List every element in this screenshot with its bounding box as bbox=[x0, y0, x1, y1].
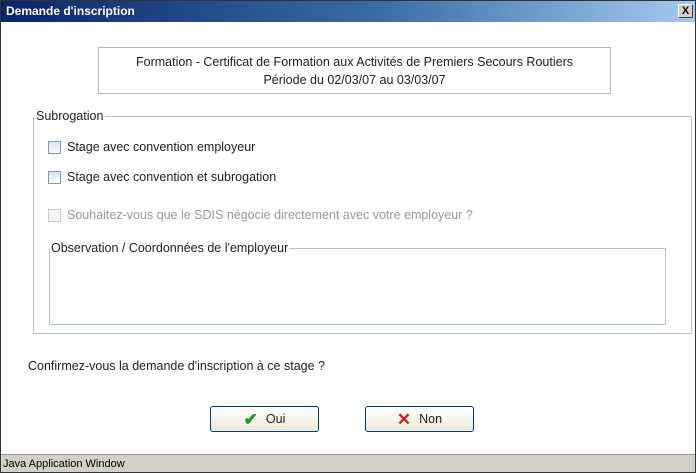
close-button[interactable]: X bbox=[678, 4, 693, 18]
confirm-question: Confirmez-vous la demande d'inscription … bbox=[28, 359, 325, 373]
option-sdis-negociation: Souhaitez-vous que le SDIS négocie direc… bbox=[48, 206, 473, 224]
option-label: Stage avec convention employeur bbox=[67, 140, 256, 154]
no-button[interactable]: ✕ Non bbox=[365, 406, 474, 432]
checkbox-sdis-negociation bbox=[48, 208, 61, 222]
check-icon: ✔ bbox=[243, 409, 258, 429]
window-title: Demande d'inscription bbox=[6, 4, 135, 18]
no-label: Non bbox=[419, 412, 443, 426]
course-info-box: Formation - Certificat de Formation aux … bbox=[98, 47, 611, 94]
subrogation-legend: Subrogation bbox=[36, 109, 104, 123]
option-convention-subrogation[interactable]: Stage avec convention et subrogation bbox=[48, 168, 276, 186]
title-bar[interactable]: Demande d'inscription X bbox=[1, 1, 695, 22]
option-convention-employeur[interactable]: Stage avec convention employeur bbox=[48, 138, 255, 156]
option-label: Stage avec convention et subrogation bbox=[67, 170, 277, 184]
checkbox-convention-employeur[interactable] bbox=[48, 140, 61, 154]
status-bar: Java Application Window bbox=[1, 454, 695, 472]
course-period: Période du 02/03/07 au 03/03/07 bbox=[263, 73, 446, 87]
dialog-window: Demande d'inscription X Formation - Cert… bbox=[0, 0, 696, 473]
x-icon: ✕ bbox=[396, 409, 412, 429]
yes-label: Oui bbox=[265, 412, 286, 426]
close-icon: X bbox=[681, 5, 690, 17]
observation-legend: Observation / Coordonnées de l'employeur bbox=[51, 241, 289, 255]
yes-button[interactable]: ✔ Oui bbox=[210, 406, 319, 432]
course-title: Formation - Certificat de Formation aux … bbox=[136, 55, 573, 69]
option-label: Souhaitez-vous que le SDIS négocie direc… bbox=[67, 208, 473, 222]
status-text: Java Application Window bbox=[3, 458, 125, 470]
checkbox-convention-subrogation[interactable] bbox=[48, 170, 61, 184]
observation-field[interactable]: Observation / Coordonnées de l'employeur bbox=[49, 241, 666, 325]
observation-text[interactable] bbox=[50, 255, 665, 324]
